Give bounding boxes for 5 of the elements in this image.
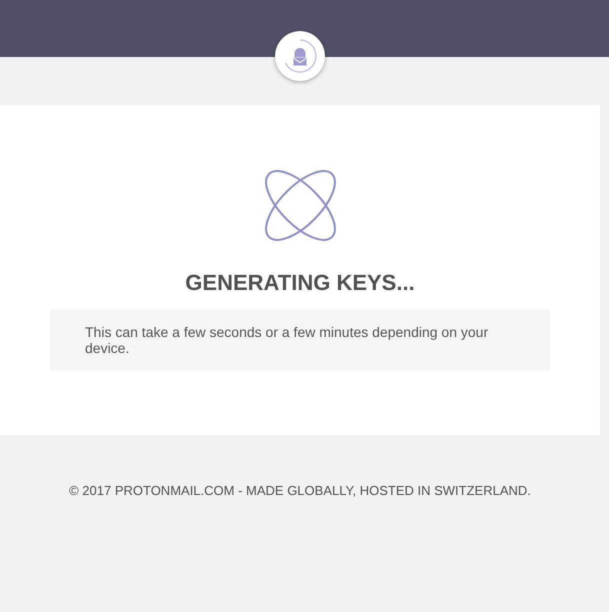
footer-text: © 2017 PROTONMAIL.COM - MADE GLOBALLY, HOSTED IN SWITZERLAND.	[69, 483, 531, 499]
info-message: This can take a few seconds or a few minutes depending on your device.	[85, 324, 490, 356]
lock-logo-icon[interactable]	[275, 31, 325, 81]
loading-title: GENERATING KEYS...	[185, 269, 415, 297]
atom-icon	[262, 168, 338, 243]
